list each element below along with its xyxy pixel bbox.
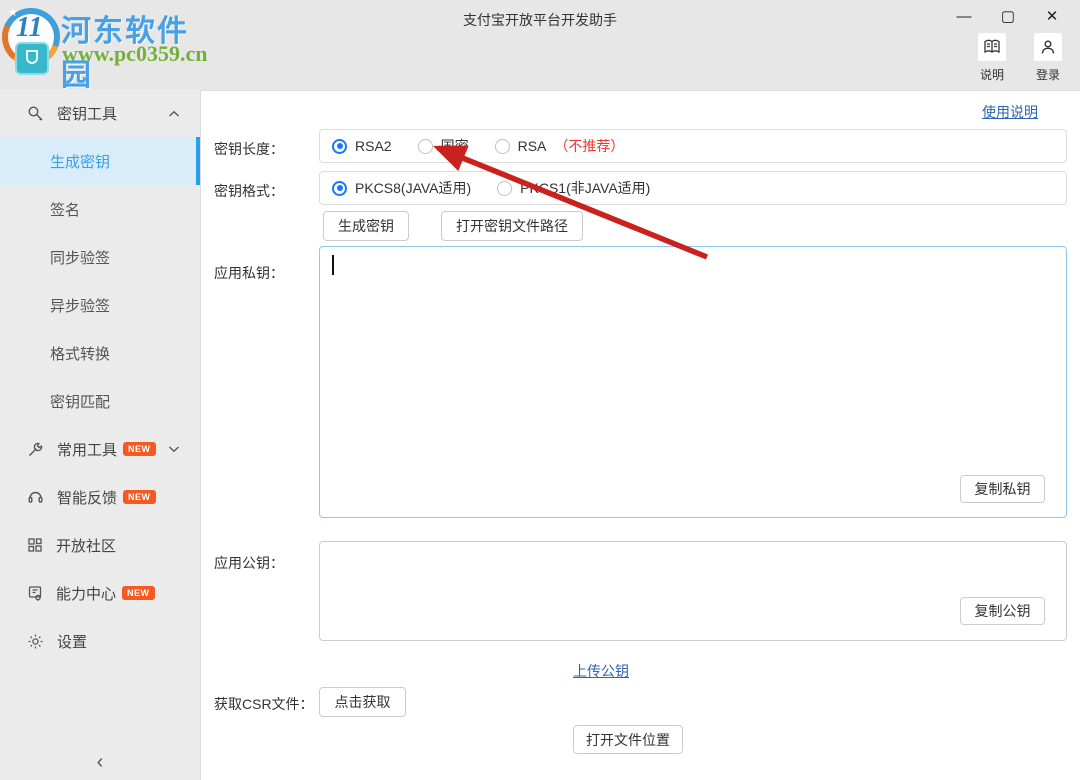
radio-label: RSA2: [355, 138, 392, 154]
key-format-label: 密钥格式：: [214, 183, 284, 199]
sidebar-group-label: 密钥工具: [57, 106, 118, 123]
radio-selected-icon: [332, 180, 347, 196]
sidebar-item-label: 签名: [50, 201, 81, 219]
radio-label: PKCS1(非JAVA适用): [520, 180, 651, 196]
login-action[interactable]: 登录: [1028, 33, 1068, 83]
radio-option-pkcs1[interactable]: PKCS1(非JAVA适用): [497, 178, 650, 198]
grid-icon: [27, 537, 43, 553]
login-label: 登录: [1035, 68, 1060, 82]
window-controls: — ▢ ✕: [942, 2, 1074, 30]
radio-option-guomi[interactable]: 国密: [417, 136, 469, 156]
sidebar-item-capability-center[interactable]: 能力中心 NEW: [0, 569, 200, 617]
copy-public-key-button[interactable]: 复制公钥: [960, 597, 1045, 625]
get-csr-button[interactable]: 点击获取: [319, 687, 406, 717]
logo-badge-icon: [15, 42, 49, 75]
private-key-textarea[interactable]: 复制私钥: [319, 246, 1067, 518]
sidebar-item-label: 同步验签: [50, 249, 111, 267]
minimize-button[interactable]: —: [942, 2, 986, 30]
csr-file-label: 获取CSR文件：: [214, 696, 314, 712]
sidebar-item-async-verify[interactable]: 异步验签: [0, 281, 200, 329]
key-length-label: 密钥长度：: [214, 141, 284, 157]
new-badge: NEW: [123, 490, 156, 504]
generate-key-button[interactable]: 生成密钥: [323, 211, 409, 241]
gear-icon: [27, 633, 44, 650]
sidebar-item-label: 开放社区: [56, 537, 117, 555]
sidebar-item-label: 异步验签: [50, 297, 111, 315]
sidebar-item-sync-verify[interactable]: 同步验签: [0, 233, 200, 281]
radio-label: 国密: [440, 138, 469, 154]
sidebar: 密钥工具 生成密钥 签名 同步验签 异步验签 格式转换 密钥匹配 常用工具 NE…: [0, 90, 200, 780]
sidebar-item-smart-feedback[interactable]: 智能反馈 NEW: [0, 473, 200, 521]
capability-icon: [27, 585, 43, 601]
sidebar-item-label: 格式转换: [50, 345, 111, 363]
key-icon: [27, 105, 44, 122]
star-icon: ★: [8, 7, 18, 19]
chevron-down-icon: [168, 445, 180, 453]
sidebar-item-common-tools[interactable]: 常用工具 NEW: [0, 425, 200, 473]
new-badge: NEW: [123, 442, 156, 456]
sidebar-item-label: 密钥匹配: [50, 393, 111, 411]
open-file-location-button[interactable]: 打开文件位置: [573, 725, 683, 754]
sidebar-item-open-community[interactable]: 开放社区: [0, 521, 200, 569]
radio-option-pkcs8[interactable]: PKCS8(JAVA适用): [332, 178, 471, 198]
maximize-button[interactable]: ▢: [986, 2, 1030, 30]
sidebar-item-label: 常用工具: [57, 441, 118, 459]
open-key-path-button[interactable]: 打开密钥文件路径: [441, 211, 583, 241]
sidebar-item-label: 生成密钥: [50, 153, 111, 171]
headset-icon: [27, 489, 44, 505]
radio-option-rsa2[interactable]: RSA2: [332, 138, 392, 154]
sidebar-item-generate-key[interactable]: 生成密钥: [0, 137, 200, 185]
chevron-up-icon: [168, 110, 180, 118]
close-button[interactable]: ✕: [1030, 2, 1074, 30]
public-key-label: 应用公钥：: [214, 555, 284, 571]
main-panel: 使用说明 密钥长度： RSA2 国密 RSA （不推荐） 密钥格式： PKCS8: [200, 90, 1080, 780]
wrench-icon: [27, 441, 44, 458]
key-format-group: PKCS8(JAVA适用) PKCS1(非JAVA适用): [319, 171, 1067, 205]
logo-number: 11: [16, 12, 43, 43]
usage-guide-link[interactable]: 使用说明: [982, 102, 1038, 122]
radio-unselected-icon: [417, 138, 433, 154]
radio-unselected-icon: [494, 138, 510, 154]
copy-private-key-button[interactable]: 复制私钥: [960, 475, 1045, 503]
public-key-textarea[interactable]: 复制公钥: [319, 541, 1067, 641]
sidebar-item-label: 智能反馈: [57, 489, 118, 507]
sidebar-item-key-match[interactable]: 密钥匹配: [0, 377, 200, 425]
radio-label: RSA: [517, 138, 547, 154]
private-key-label: 应用私钥：: [214, 265, 284, 281]
sidebar-item-settings[interactable]: 设置: [0, 617, 200, 665]
radio-selected-icon: [332, 138, 347, 154]
sidebar-group-key-tools[interactable]: 密钥工具: [0, 90, 200, 137]
app-window: 支付宝开放平台开发助手 — ▢ ✕ 说明 登录 11 ★ 河东软件园 www.p…: [0, 0, 1080, 780]
upload-public-key-link[interactable]: 上传公钥: [573, 661, 629, 681]
book-icon: [978, 33, 1006, 61]
sidebar-item-label: 设置: [57, 633, 88, 651]
collapse-sidebar-button[interactable]: ‹: [0, 751, 200, 774]
sidebar-item-label: 能力中心: [56, 585, 117, 603]
key-length-group: RSA2 国密 RSA （不推荐）: [319, 129, 1067, 163]
topbar-actions: 说明 登录: [972, 33, 1068, 83]
site-watermark-logo: 11 ★ 河东软件园 www.pc0359.cn: [0, 0, 210, 95]
sidebar-item-sign[interactable]: 签名: [0, 185, 200, 233]
radio-label: PKCS8(JAVA适用): [355, 180, 472, 196]
radio-unselected-icon: [497, 180, 513, 196]
site-url: www.pc0359.cn: [62, 41, 208, 66]
help-action[interactable]: 说明: [972, 33, 1012, 83]
not-recommended-note: （不推荐）: [554, 138, 625, 154]
shield-icon: [26, 50, 38, 64]
radio-option-rsa[interactable]: RSA （不推荐）: [494, 136, 625, 156]
help-label: 说明: [979, 68, 1004, 82]
sidebar-item-format-convert[interactable]: 格式转换: [0, 329, 200, 377]
new-badge: NEW: [122, 586, 155, 600]
text-cursor: [332, 255, 334, 275]
person-icon: [1034, 33, 1062, 61]
